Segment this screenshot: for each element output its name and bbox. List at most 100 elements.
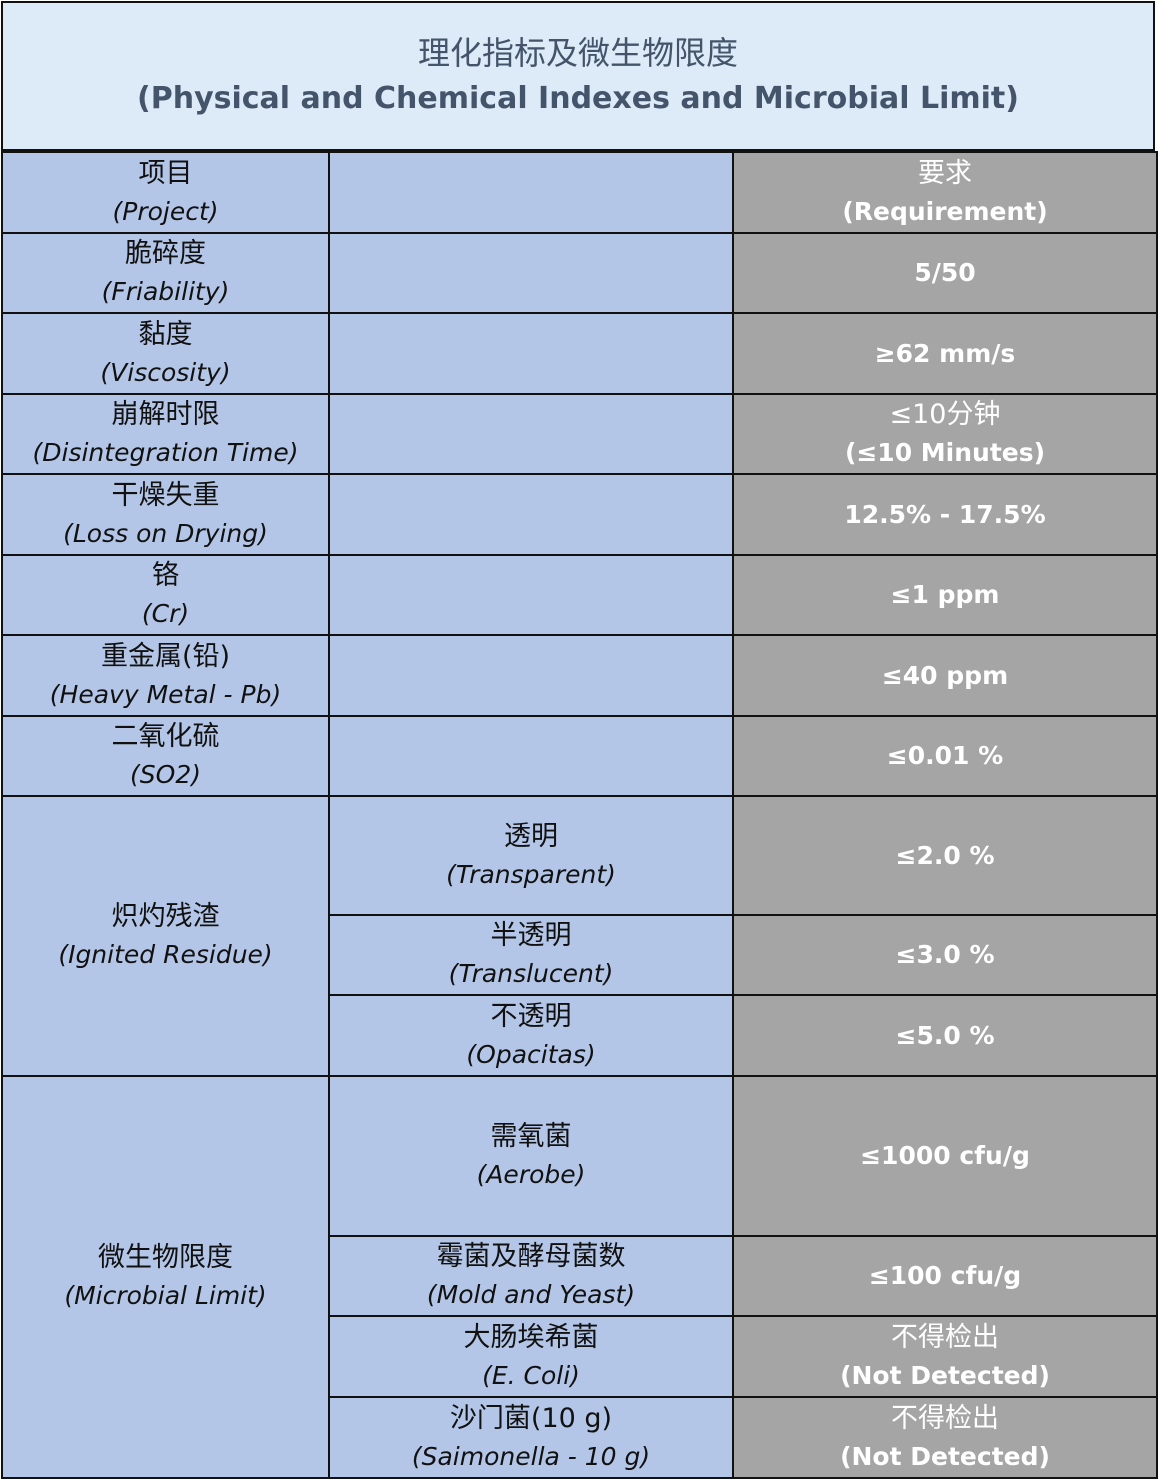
- sub-item-en: (Aerobe): [476, 1160, 586, 1189]
- sub-item-en: (Mold and Yeast): [426, 1280, 636, 1309]
- requirement-value: ≤3.0 %: [895, 940, 995, 969]
- table-row: 脆碎度 (Friability) 5/50: [1, 232, 1158, 314]
- sub-item-cell: 大肠埃希菌 (E. Coli): [328, 1315, 734, 1398]
- requirement-value-zh: ≤10分钟: [889, 399, 1001, 430]
- requirement-cell: ≤1000 cfu/g: [732, 1075, 1158, 1237]
- sub-item-cell: 透明 (Transparent): [328, 795, 734, 916]
- sub-item-blank: [328, 393, 734, 475]
- table-row: 黏度 (Viscosity) ≥62 mm/s: [1, 312, 1158, 395]
- table-row: 崩解时限 (Disintegration Time) ≤10分钟 (≤10 Mi…: [1, 393, 1158, 475]
- sub-item-en: (Transparent): [446, 859, 616, 889]
- header-requirement: 要求 (Requirement): [732, 151, 1158, 234]
- group-cell-microbial-limit: 微生物限度 (Microbial Limit): [1, 1075, 330, 1479]
- item-name-zh: 干燥失重: [111, 479, 220, 511]
- item-name-en: (Viscosity): [100, 357, 231, 387]
- requirement-value: 12.5% - 17.5%: [844, 499, 1046, 529]
- header-requirement-zh: 要求: [918, 157, 972, 189]
- sub-item-zh: 需氧菌: [490, 1121, 572, 1152]
- requirement-cell: ≤2.0 %: [732, 795, 1158, 916]
- requirement-cell: 5/50: [732, 232, 1158, 314]
- sub-item-zh: 沙门菌(10 g): [449, 1402, 613, 1434]
- requirement-cell: ≤40 ppm: [732, 634, 1158, 717]
- requirement-value: ≤5.0 %: [895, 1020, 995, 1050]
- sub-item-zh: 不透明: [490, 1000, 572, 1032]
- spec-sheet: 理化指标及微生物限度 (Physical and Chemical Indexe…: [0, 0, 1158, 1479]
- item-name-zh: 重金属(铅): [100, 640, 231, 672]
- sub-item-cell: 沙门菌(10 g) (Saimonella - 10 g): [328, 1396, 734, 1479]
- sub-item-blank: [328, 715, 734, 797]
- sub-item-cell: 需氧菌 (Aerobe): [328, 1075, 734, 1237]
- sub-item-zh: 大肠埃希菌: [463, 1321, 599, 1353]
- item-cell: 崩解时限 (Disintegration Time): [1, 393, 330, 475]
- requirement-value-zh: 不得检出: [891, 1402, 999, 1434]
- item-cell: 脆碎度 (Friability): [1, 232, 330, 314]
- header-project-en: (Project): [112, 196, 219, 226]
- requirement-value: ≤100 cfu/g: [868, 1261, 1022, 1290]
- title-english: (Physical and Chemical Indexes and Micro…: [137, 81, 1019, 116]
- table-row: 二氧化硫 (SO2) ≤0.01 %: [1, 715, 1158, 797]
- sub-item-zh: 半透明: [490, 920, 572, 951]
- sub-item-en: (E. Coli): [482, 1360, 580, 1390]
- item-cell: 干燥失重 (Loss on Drying): [1, 473, 330, 556]
- item-name-en: (Loss on Drying): [63, 518, 268, 548]
- title-chinese: 理化指标及微生物限度: [417, 34, 738, 72]
- spec-table: 项目 (Project) 要求 (Requirement) 脆碎度 (Friab…: [1, 151, 1158, 1479]
- sub-item-en: (Translucent): [448, 959, 614, 988]
- item-name-en: (Cr): [141, 599, 190, 628]
- group-name-zh: 炽灼残渣: [111, 901, 220, 932]
- item-cell: 重金属(铅) (Heavy Metal - Pb): [1, 634, 330, 717]
- sub-item-zh: 透明: [504, 820, 558, 852]
- requirement-cell: ≤5.0 %: [732, 994, 1158, 1077]
- sub-item-blank: [328, 232, 734, 314]
- item-cell: 铬 (Cr): [1, 554, 330, 636]
- item-name-zh: 铬: [152, 560, 179, 591]
- sub-item-blank: [328, 473, 734, 556]
- requirement-cell: 不得检出 (Not Detected): [732, 1396, 1158, 1479]
- sub-item-blank: [328, 554, 734, 636]
- item-name-zh: 黏度: [138, 318, 193, 350]
- item-name-en: (Friability): [101, 277, 230, 306]
- item-name-zh: 脆碎度: [125, 238, 206, 269]
- sub-item-en: (Opacitas): [466, 1039, 596, 1069]
- sub-item-cell: 不透明 (Opacitas): [328, 994, 734, 1077]
- table-row: 炽灼残渣 (Ignited Residue) 透明 (Transparent) …: [1, 795, 1158, 1077]
- requirement-cell: ≤100 cfu/g: [732, 1235, 1158, 1317]
- requirement-value-zh: 不得检出: [891, 1321, 999, 1353]
- title-banner: 理化指标及微生物限度 (Physical and Chemical Indexe…: [1, 1, 1155, 151]
- sub-item-cell: 半透明 (Translucent): [328, 914, 734, 996]
- item-cell: 黏度 (Viscosity): [1, 312, 330, 395]
- requirement-cell: ≤1 ppm: [732, 554, 1158, 636]
- item-name-en: (Heavy Metal - Pb): [49, 679, 282, 709]
- item-name-en: (Disintegration Time): [32, 438, 299, 467]
- table-row: 干燥失重 (Loss on Drying) 12.5% - 17.5%: [1, 473, 1158, 556]
- requirement-cell: 12.5% - 17.5%: [732, 473, 1158, 556]
- requirement-value: ≤1000 cfu/g: [860, 1141, 1030, 1170]
- requirement-value: ≤40 ppm: [881, 660, 1009, 690]
- header-project: 项目 (Project): [1, 151, 330, 234]
- header-requirement-en: (Requirement): [842, 196, 1048, 226]
- requirement-value: ≤0.01 %: [886, 741, 1004, 770]
- requirement-cell: ≤3.0 %: [732, 914, 1158, 996]
- requirement-value-en: (Not Detected): [840, 1360, 1050, 1390]
- item-name-zh: 二氧化硫: [111, 721, 220, 752]
- group-name-zh: 微生物限度: [98, 1242, 233, 1273]
- group-name-en: (Microbial Limit): [64, 1281, 267, 1310]
- sub-item-zh: 霉菌及酵母菌数: [436, 1241, 626, 1272]
- sub-item-cell: 霉菌及酵母菌数 (Mold and Yeast): [328, 1235, 734, 1317]
- table-row: 铬 (Cr) ≤1 ppm: [1, 554, 1158, 636]
- group-name-en: (Ignited Residue): [58, 940, 273, 969]
- requirement-cell: ≥62 mm/s: [732, 312, 1158, 395]
- sub-item-blank: [328, 634, 734, 717]
- requirement-value: 5/50: [914, 258, 976, 287]
- sub-item-en: (Saimonella - 10 g): [411, 1441, 651, 1471]
- sub-item-blank: [328, 312, 734, 395]
- requirement-cell: ≤0.01 %: [732, 715, 1158, 797]
- requirement-value: ≥62 mm/s: [874, 338, 1016, 368]
- item-name-en: (SO2): [130, 760, 201, 789]
- table-row: 重金属(铅) (Heavy Metal - Pb) ≤40 ppm: [1, 634, 1158, 717]
- header-blank: [328, 151, 734, 234]
- item-name-zh: 崩解时限: [111, 399, 220, 430]
- requirement-value-en: (Not Detected): [840, 1441, 1050, 1471]
- requirement-cell: 不得检出 (Not Detected): [732, 1315, 1158, 1398]
- header-project-zh: 项目: [138, 157, 193, 189]
